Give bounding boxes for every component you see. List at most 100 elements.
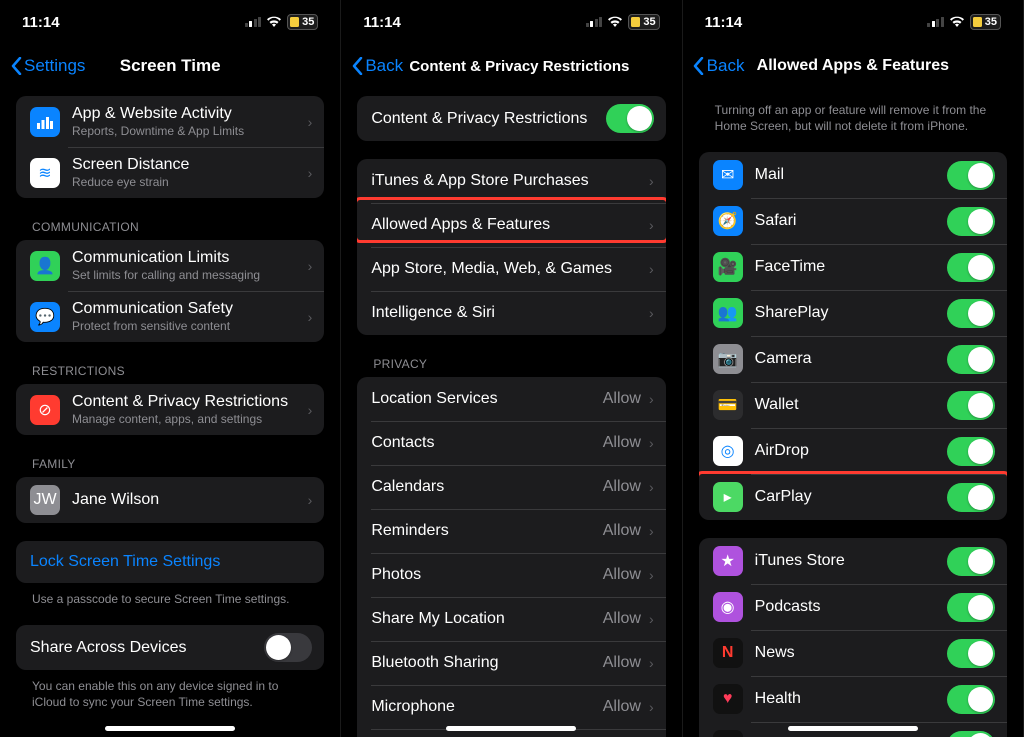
section-lock: Lock Screen Time Settings: [16, 541, 324, 583]
row-mail[interactable]: ✉︎Mail: [699, 152, 1007, 198]
row-airdrop[interactable]: ◎AirDrop: [699, 428, 1007, 474]
status-bar: 11:14 35: [0, 0, 340, 44]
wifi-icon: [266, 16, 282, 28]
back-button[interactable]: Settings: [10, 56, 85, 76]
row-news[interactable]: NNews: [699, 630, 1007, 676]
row-share-across-devices[interactable]: Share Across Devices: [16, 625, 324, 670]
row-reminders[interactable]: RemindersAllow›: [357, 509, 665, 553]
toggle-itunes store[interactable]: [947, 547, 995, 576]
nav-header: Settings Screen Time: [0, 44, 340, 88]
section-communication: 👤 Communication Limits Set limits for ca…: [16, 240, 324, 342]
nav-header: Back Allowed Apps & Features: [683, 44, 1023, 88]
section-apps-2: ★iTunes Store◉PodcastsNNews♥Health◯Fitne…: [699, 538, 1007, 737]
row-intelligence-siri[interactable]: Intelligence & Siri›: [357, 291, 665, 335]
row-communication-safety[interactable]: 💬 Communication Safety Protect from sens…: [16, 291, 324, 342]
row-subtitle: Reports, Downtime & App Limits: [72, 124, 306, 139]
chevron-right-icon: ›: [649, 435, 654, 451]
row-carplay[interactable]: ▸CarPlay: [699, 474, 1007, 520]
row-location-services[interactable]: Location ServicesAllow›: [357, 377, 665, 421]
row-photos[interactable]: PhotosAllow›: [357, 553, 665, 597]
toggle-airdrop[interactable]: [947, 437, 995, 466]
carplay-icon: ▸: [713, 482, 743, 512]
back-button[interactable]: Back: [351, 56, 403, 76]
status-bar: 11:14 35: [683, 0, 1023, 44]
toggle-wallet[interactable]: [947, 391, 995, 420]
row-detail: Allow: [603, 566, 641, 584]
avatar: JW: [30, 485, 60, 515]
row-detail: Allow: [603, 478, 641, 496]
section-apps-1: ✉︎Mail🧭Safari🎥FaceTime👥SharePlay📷Camera💳…: [699, 152, 1007, 520]
row-title: Jane Wilson: [72, 490, 306, 510]
row-podcasts[interactable]: ◉Podcasts: [699, 584, 1007, 630]
row-screen-distance[interactable]: ≋ Screen Distance Reduce eye strain ›: [16, 147, 324, 198]
home-indicator[interactable]: [105, 726, 235, 731]
activity-icon: [30, 107, 60, 137]
toggle-camera[interactable]: [947, 345, 995, 374]
row-shareplay[interactable]: 👥SharePlay: [699, 290, 1007, 336]
lock-screen-time-button[interactable]: Lock Screen Time Settings: [16, 541, 324, 583]
row-title: Content & Privacy Restrictions: [72, 392, 306, 412]
row-microphone[interactable]: MicrophoneAllow›: [357, 685, 665, 729]
section-header-communication: Communication: [16, 198, 324, 240]
toggle-podcasts[interactable]: [947, 593, 995, 622]
row-title: Content & Privacy Restrictions: [371, 109, 605, 129]
chevron-right-icon: ›: [649, 391, 654, 407]
row-title: News: [755, 643, 947, 663]
row-safari[interactable]: 🧭Safari: [699, 198, 1007, 244]
row-allowed-apps-features[interactable]: Allowed Apps & Features›: [357, 203, 665, 247]
home-indicator[interactable]: [788, 726, 918, 731]
communication-safety-icon: 💬: [30, 302, 60, 332]
toggle-carplay[interactable]: [947, 483, 995, 512]
row-master-toggle[interactable]: Content & Privacy Restrictions: [357, 96, 665, 141]
chevron-right-icon: ›: [308, 402, 313, 418]
row-calendars[interactable]: CalendarsAllow›: [357, 465, 665, 509]
row-camera[interactable]: 📷Camera: [699, 336, 1007, 382]
back-label: Back: [365, 56, 403, 76]
row-content-privacy-restrictions[interactable]: ⊘ Content & Privacy Restrictions Manage …: [16, 384, 324, 435]
row-title: Health: [755, 689, 947, 709]
chevron-right-icon: ›: [649, 523, 654, 539]
row-itunes-app-store-purchases[interactable]: iTunes & App Store Purchases›: [357, 159, 665, 203]
chevron-left-icon: [10, 56, 22, 76]
row-detail: Allow: [603, 390, 641, 408]
section-family: JW Jane Wilson ›: [16, 477, 324, 523]
row-detail: Allow: [603, 434, 641, 452]
toggle-news[interactable]: [947, 639, 995, 668]
podcasts-icon: ◉: [713, 592, 743, 622]
chevron-left-icon: [351, 56, 363, 76]
row-facetime[interactable]: 🎥FaceTime: [699, 244, 1007, 290]
row-detail: Allow: [603, 698, 641, 716]
toggle-health[interactable]: [947, 685, 995, 714]
row-wallet[interactable]: 💳Wallet: [699, 382, 1007, 428]
row-title: iTunes Store: [755, 551, 947, 571]
row-communication-limits[interactable]: 👤 Communication Limits Set limits for ca…: [16, 240, 324, 291]
row-health[interactable]: ♥Health: [699, 676, 1007, 722]
wifi-icon: [607, 16, 623, 28]
row-title: App Store, Media, Web, & Games: [371, 259, 647, 279]
share-toggle[interactable]: [264, 633, 312, 662]
back-label: Back: [707, 56, 745, 76]
row-contacts[interactable]: ContactsAllow›: [357, 421, 665, 465]
toggle-facetime[interactable]: [947, 253, 995, 282]
row-app-website-activity[interactable]: App & Website Activity Reports, Downtime…: [16, 96, 324, 147]
toggle-safari[interactable]: [947, 207, 995, 236]
battery-icon: 35: [628, 14, 659, 30]
toggle-shareplay[interactable]: [947, 299, 995, 328]
toggle-mail[interactable]: [947, 161, 995, 190]
section-header-family: Family: [16, 435, 324, 477]
row-bluetooth-sharing[interactable]: Bluetooth SharingAllow›: [357, 641, 665, 685]
row-title: Communication Safety: [72, 299, 306, 319]
page-title: Screen Time: [120, 56, 221, 76]
row-family-member[interactable]: JW Jane Wilson ›: [16, 477, 324, 523]
home-indicator[interactable]: [446, 726, 576, 731]
nav-header: Back Content & Privacy Restrictions: [341, 44, 681, 88]
row-app-store-media-web-games[interactable]: App Store, Media, Web, & Games›: [357, 247, 665, 291]
share-footer: You can enable this on any device signed…: [16, 670, 324, 710]
restrictions-toggle[interactable]: [606, 104, 654, 133]
row-share-my-location[interactable]: Share My LocationAllow›: [357, 597, 665, 641]
back-button[interactable]: Back: [693, 56, 745, 76]
row-itunes-store[interactable]: ★iTunes Store: [699, 538, 1007, 584]
toggle-fitness[interactable]: [947, 731, 995, 737]
chevron-right-icon: ›: [649, 655, 654, 671]
section-privacy: Location ServicesAllow›ContactsAllow›Cal…: [357, 377, 665, 737]
